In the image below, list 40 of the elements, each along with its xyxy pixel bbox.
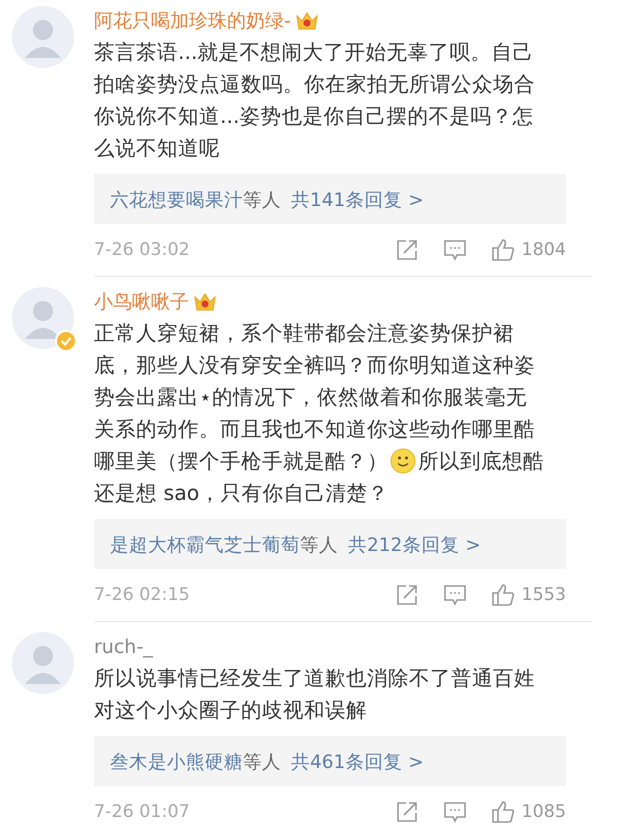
- comment-text: 所以到底想酷: [418, 448, 544, 475]
- like-count: 1804: [521, 240, 566, 260]
- comment-text: 还是想 sao，只有你自己清楚？: [94, 480, 388, 507]
- user-name[interactable]: ruch-_: [94, 636, 153, 658]
- thumbs-up-icon[interactable]: [491, 238, 516, 262]
- replies-link[interactable]: 是超大杯霸气芝士葡萄等人 共212条回复 >: [94, 519, 566, 569]
- replies-link[interactable]: 叁木是小熊硬糖等人 共461条回复 >: [94, 736, 566, 786]
- share-icon[interactable]: [395, 238, 420, 262]
- comment-text: 势会出露出⋆的情况下，依然做着和你服装毫无: [94, 384, 527, 411]
- user-name[interactable]: 阿花只喝加珍珠的奶绿-: [94, 8, 291, 34]
- crown-icon: [193, 291, 217, 313]
- timestamp: 7-26 01:07: [94, 802, 191, 822]
- comment-text: 茶言茶语...就是不想闹大了开始无辜了呗。自己: [94, 39, 534, 66]
- smiley-icon: [390, 448, 416, 474]
- user-name[interactable]: 小鸟啾啾子: [94, 289, 189, 315]
- avatar[interactable]: [12, 6, 74, 68]
- comment-text: 所以说事情已经发生了道歉也消除不了普通百姓: [94, 665, 535, 692]
- comment-text: 关系的动作。而且我也不知道你这些动作哪里酷: [94, 416, 535, 443]
- comment-icon[interactable]: [443, 583, 468, 607]
- timestamp: 7-26 02:15: [94, 585, 191, 605]
- thumbs-up-icon[interactable]: [491, 800, 516, 824]
- thumbs-up-icon[interactable]: [491, 583, 516, 607]
- avatar[interactable]: [12, 287, 74, 349]
- comment-text: 拍啥姿势没点逼数吗。你在家拍无所谓公众场合: [94, 71, 535, 98]
- comment-text: 么说不知道呢: [94, 135, 220, 162]
- comment-text: 正常人穿短裙，系个鞋带都会注意姿势保护裙: [94, 320, 514, 347]
- share-icon[interactable]: [395, 800, 420, 824]
- comment-text: 哪里美（摆个手枪手就是酷？）: [94, 448, 388, 475]
- crown-icon: [294, 10, 319, 32]
- comment-icon[interactable]: [443, 800, 468, 824]
- timestamp: 7-26 03:02: [94, 240, 191, 260]
- comment-icon[interactable]: [443, 238, 468, 262]
- comment-text: 你说你不知道...姿势也是你自己摆的不是吗？怎: [94, 103, 534, 130]
- comment-text: 底，那些人没有穿安全裤吗？而你明知道这种姿: [94, 352, 535, 379]
- share-icon[interactable]: [395, 583, 420, 607]
- like-count: 1085: [521, 802, 566, 822]
- comment-text: 对这个小众圈子的歧视和误解: [94, 697, 367, 724]
- avatar[interactable]: [12, 632, 74, 694]
- replies-link[interactable]: 六花想要喝果汁等人 共141条回复 >: [94, 174, 566, 224]
- like-count: 1553: [521, 585, 566, 605]
